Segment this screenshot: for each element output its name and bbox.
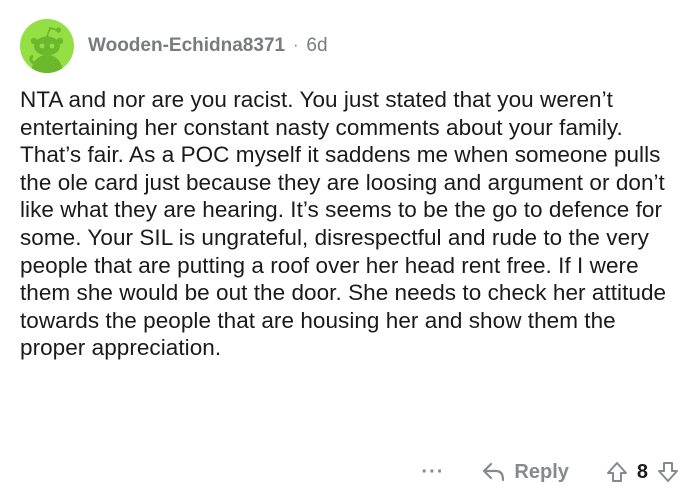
meta-separator: · bbox=[293, 37, 299, 54]
reply-arrow-icon bbox=[483, 462, 505, 482]
comment-header: Wooden-Echidna8371 · 6d bbox=[20, 19, 328, 73]
username-link[interactable]: Wooden-Echidna8371 bbox=[88, 35, 285, 57]
reply-label: Reply bbox=[514, 460, 569, 483]
more-options-button[interactable]: ··· bbox=[421, 461, 444, 484]
downvote-arrow-icon bbox=[658, 462, 678, 482]
reply-button[interactable]: Reply bbox=[482, 460, 569, 484]
upvote-arrow-icon bbox=[606, 462, 627, 482]
vote-controls: 8 bbox=[605, 460, 680, 484]
vote-score: 8 bbox=[636, 460, 648, 483]
comment-meta: Wooden-Echidna8371 · 6d bbox=[88, 35, 328, 57]
downvote-button[interactable] bbox=[656, 460, 680, 484]
avatar[interactable] bbox=[20, 19, 74, 73]
comment-body: NTA and nor are you racist. You just sta… bbox=[20, 87, 667, 361]
upvote-button[interactable] bbox=[605, 460, 629, 484]
reddit-snoo-avatar-icon bbox=[29, 26, 64, 73]
comment-actions: ··· Reply 8 bbox=[421, 454, 680, 490]
comment-age[interactable]: 6d bbox=[306, 35, 327, 57]
